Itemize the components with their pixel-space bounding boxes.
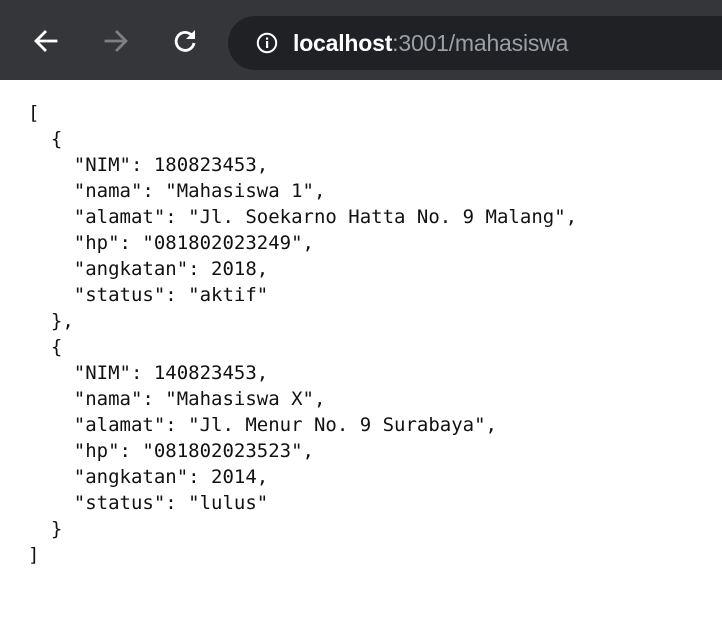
json-line: "NIM": 140823453, [28,362,269,384]
forward-button[interactable] [103,28,129,54]
json-line: "NIM": 180823453, [28,154,269,176]
json-line: "hp": "081802023249", [28,232,314,254]
json-line: { [28,128,63,150]
json-line: { [28,336,63,358]
json-line: "status": "aktif" [28,284,269,306]
json-line: ] [28,544,40,566]
info-icon[interactable] [256,32,278,54]
arrow-left-icon [34,30,58,52]
json-line: "alamat": "Jl. Soekarno Hatta No. 9 Mala… [28,206,578,228]
url-text: localhost:3001/mahasiswa [293,30,568,57]
json-line: "angkatan": 2018, [28,258,269,280]
json-line: "nama": "Mahasiswa 1", [28,180,326,202]
json-line: "angkatan": 2014, [28,466,269,488]
address-bar[interactable]: localhost:3001/mahasiswa [228,16,722,70]
reload-icon [174,30,196,52]
url-path: :3001/mahasiswa [392,29,569,56]
json-line: "status": "lulus" [28,492,269,514]
back-button[interactable] [33,28,59,54]
json-line: "nama": "Mahasiswa X", [28,388,326,410]
browser-toolbar: localhost:3001/mahasiswa [0,0,722,80]
json-line: "alamat": "Jl. Menur No. 9 Surabaya", [28,414,497,436]
json-line: } [28,518,63,540]
json-line: }, [28,310,74,332]
arrow-right-icon [104,30,128,52]
reload-button[interactable] [172,28,198,54]
json-line: [ [28,102,40,124]
url-host: localhost [293,29,393,56]
json-line: "hp": "081802023523", [28,440,314,462]
